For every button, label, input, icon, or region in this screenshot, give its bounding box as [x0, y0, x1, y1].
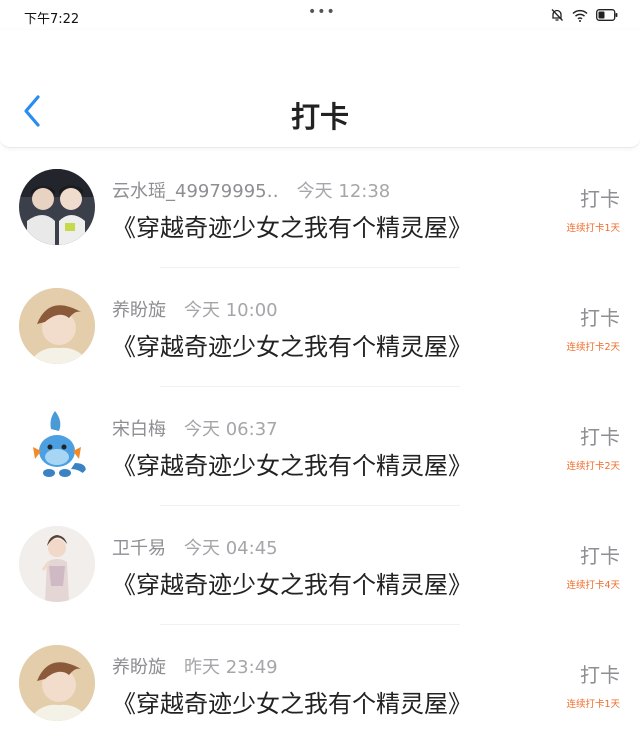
checkin-list: 云水瑶_49979995‥ 今天 12:38 《穿越奇迹少女之我有个精灵屋》 打…: [0, 149, 640, 744]
avatar[interactable]: [19, 645, 95, 721]
checkin-label: 打卡: [580, 544, 620, 568]
streak-text: 连续打卡4天: [566, 580, 620, 591]
avatar[interactable]: [19, 169, 95, 245]
battery-icon: [596, 9, 618, 21]
list-item[interactable]: 养盼旋 昨天 23:49 《穿越奇迹少女之我有个精灵屋》 打卡 连续打卡1天: [0, 625, 640, 744]
book-title[interactable]: 《穿越奇迹少女之我有个精灵屋》: [112, 684, 472, 719]
user-name[interactable]: 养盼旋: [112, 296, 166, 322]
user-name[interactable]: 云水瑶_49979995‥: [112, 177, 279, 203]
list-item[interactable]: 云水瑶_49979995‥ 今天 12:38 《穿越奇迹少女之我有个精灵屋》 打…: [0, 149, 640, 268]
checkin-label: 打卡: [580, 425, 620, 449]
status-bar: 下午7:22 •••: [0, 0, 640, 30]
checkin-button[interactable]: 打卡 连续打卡1天: [540, 183, 620, 234]
window-dots: •••: [308, 4, 336, 20]
checkin-button[interactable]: 打卡 连续打卡4天: [540, 540, 620, 591]
user-name[interactable]: 卫千易: [112, 534, 166, 560]
streak-text: 连续打卡1天: [566, 699, 620, 710]
checkin-time: 今天 10:00: [184, 300, 278, 321]
streak-text: 连续打卡2天: [566, 461, 620, 472]
row-meta: 卫千易 今天 04:45: [112, 534, 278, 560]
user-name[interactable]: 宋白梅: [112, 415, 166, 441]
streak-text: 连续打卡1天: [566, 223, 620, 234]
row-meta: 养盼旋 今天 10:00: [112, 296, 278, 322]
avatar[interactable]: [19, 407, 95, 483]
streak-text: 连续打卡2天: [566, 342, 620, 353]
page-title: 打卡: [290, 100, 349, 134]
checkin-label: 打卡: [580, 306, 620, 330]
wifi-icon: [572, 9, 588, 22]
avatar[interactable]: [19, 526, 95, 602]
checkin-label: 打卡: [580, 663, 620, 687]
list-item[interactable]: 宋白梅 今天 06:37 《穿越奇迹少女之我有个精灵屋》 打卡 连续打卡2天: [0, 387, 640, 506]
list-item[interactable]: 养盼旋 今天 10:00 《穿越奇迹少女之我有个精灵屋》 打卡 连续打卡2天: [0, 268, 640, 387]
book-title[interactable]: 《穿越奇迹少女之我有个精灵屋》: [112, 565, 472, 600]
checkin-button[interactable]: 打卡 连续打卡1天: [540, 659, 620, 710]
status-icons: [550, 8, 618, 22]
checkin-time: 今天 12:38: [296, 181, 391, 202]
checkin-button[interactable]: 打卡 连续打卡2天: [540, 421, 620, 472]
checkin-time: 今天 06:37: [184, 419, 278, 440]
checkin-label: 打卡: [580, 187, 620, 211]
status-time: 下午7:22: [24, 12, 80, 27]
row-meta: 养盼旋 昨天 23:49: [112, 653, 278, 679]
checkin-time: 昨天 23:49: [184, 657, 278, 678]
row-meta: 宋白梅 今天 06:37: [112, 415, 278, 441]
book-title[interactable]: 《穿越奇迹少女之我有个精灵屋》: [112, 327, 472, 362]
row-meta: 云水瑶_49979995‥ 今天 12:38: [112, 177, 390, 203]
checkin-button[interactable]: 打卡 连续打卡2天: [540, 302, 620, 353]
list-item[interactable]: 卫千易 今天 04:45 《穿越奇迹少女之我有个精灵屋》 打卡 连续打卡4天: [0, 506, 640, 625]
checkin-time: 今天 04:45: [184, 538, 278, 559]
header: 打卡: [0, 30, 640, 148]
avatar[interactable]: [19, 288, 95, 364]
book-title[interactable]: 《穿越奇迹少女之我有个精灵屋》: [112, 208, 472, 243]
mute-bell-icon: [550, 8, 564, 22]
user-name[interactable]: 养盼旋: [112, 653, 166, 679]
book-title[interactable]: 《穿越奇迹少女之我有个精灵屋》: [112, 446, 472, 481]
